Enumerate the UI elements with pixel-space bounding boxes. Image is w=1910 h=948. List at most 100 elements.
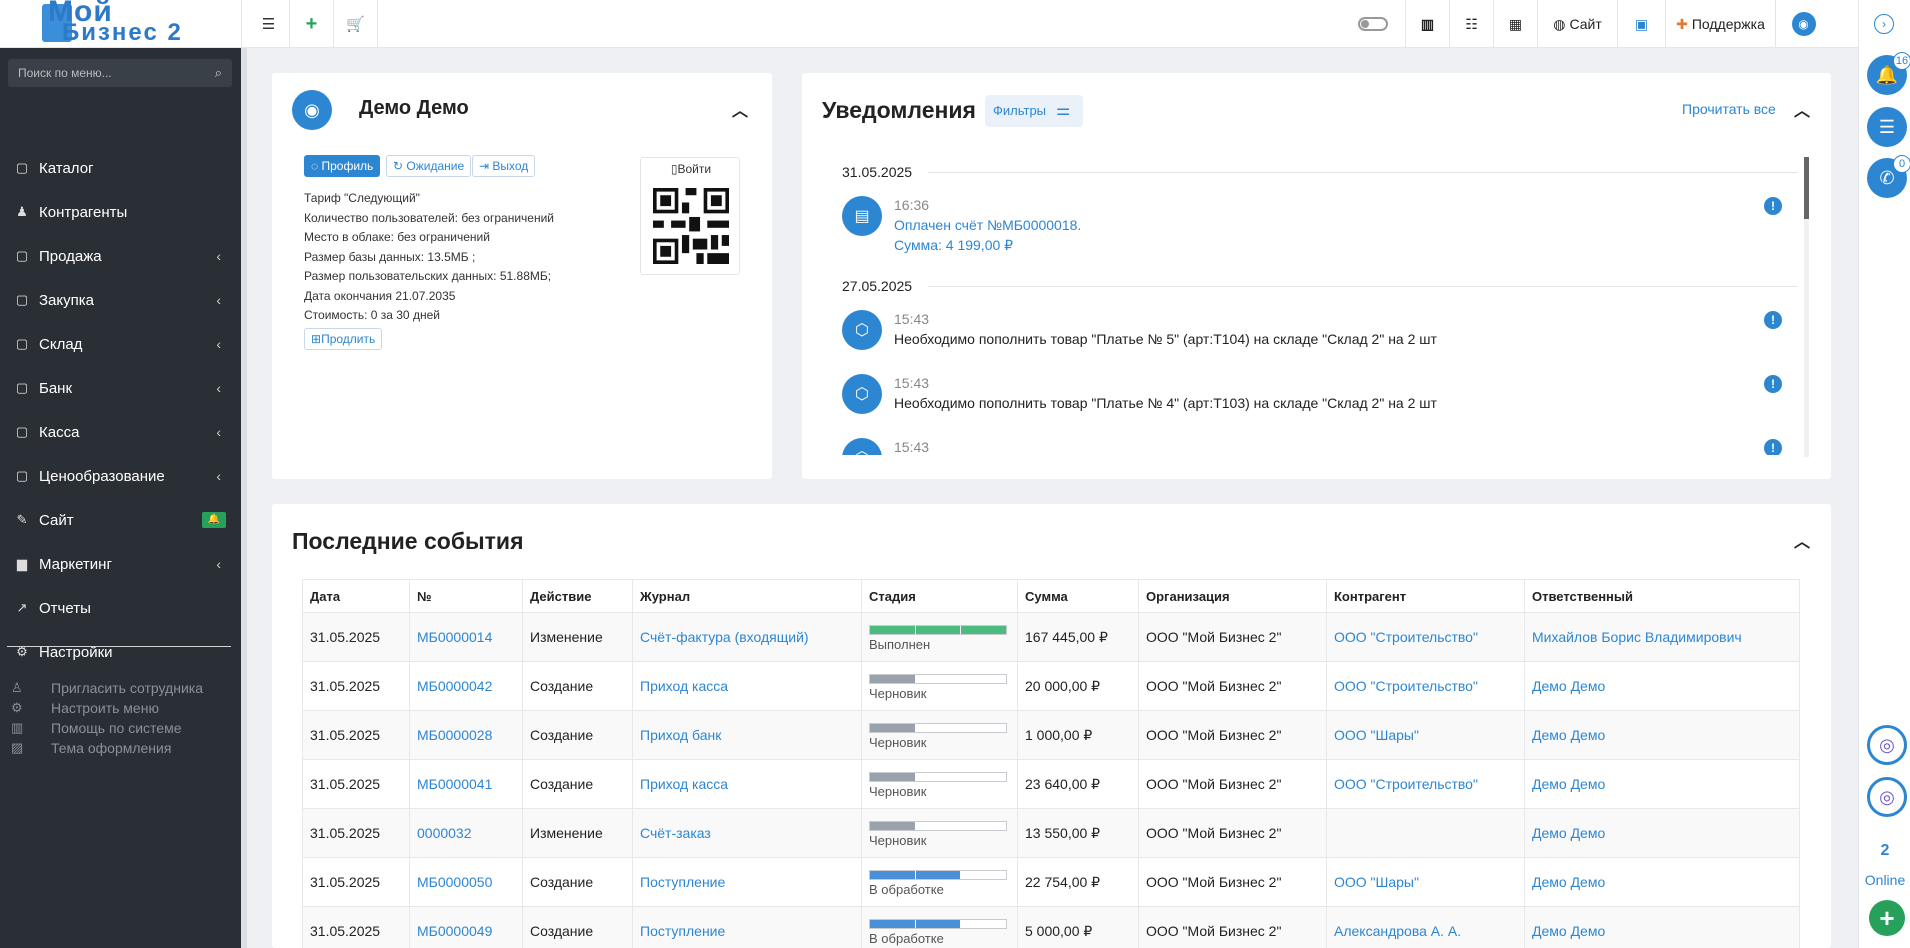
doc-number-link[interactable]: 0000032 — [417, 825, 472, 841]
journal-link[interactable]: Приход касса — [640, 776, 728, 792]
logout-button[interactable]: ⇥ Выход — [472, 155, 536, 177]
chat-button[interactable]: ☰ — [1867, 107, 1907, 147]
sidebar-bottom-link[interactable]: ▨ Тема оформления — [0, 738, 241, 758]
cart-button[interactable]: 🛒 — [334, 0, 378, 48]
responsible-link[interactable]: Демо Демо — [1532, 874, 1605, 890]
online-user-avatar[interactable]: ◎ — [1867, 777, 1907, 817]
journal-link[interactable]: Приход касса — [640, 678, 728, 694]
contractor-link[interactable]: ООО "Шары" — [1334, 874, 1419, 890]
user-menu-button[interactable]: ◉ — [1775, 0, 1831, 48]
table-row[interactable]: 31.05.2025 МБ0000050 Создание Поступление В … — [302, 857, 1800, 907]
sidebar-item[interactable]: ⚙ Настройки — [0, 630, 241, 674]
responsible-link[interactable]: Демо Демо — [1532, 776, 1605, 792]
journal-link[interactable]: Приход банк — [640, 727, 721, 743]
sidebar-bottom-link[interactable]: ♙ Пригласить сотрудника — [0, 678, 241, 698]
doc-number-link[interactable]: МБ0000049 — [417, 923, 492, 939]
journal-link[interactable]: Поступление — [640, 874, 725, 890]
sidebar-bottom-link[interactable]: ▥ Помощь по системе — [0, 718, 241, 738]
collapse-notifications-icon[interactable]: ︿ — [1794, 97, 1810, 121]
column-header[interactable]: Организация — [1138, 579, 1327, 613]
events-table: Дата № Действие Журнал Стадия Сумма Орга… — [302, 579, 1800, 948]
journal-link[interactable]: Поступление — [640, 923, 725, 939]
expand-panel-icon[interactable]: › — [1874, 14, 1894, 34]
column-header[interactable]: Сумма — [1017, 579, 1139, 613]
logo[interactable]: Мой Бизнес 2 — [0, 0, 242, 48]
journal-link[interactable]: Счёт-заказ — [640, 825, 711, 841]
globe-icon: ◍ — [1553, 15, 1566, 32]
sidebar-item-label: Маркетинг — [39, 555, 112, 573]
read-all-link[interactable]: Прочитать все — [1682, 101, 1776, 117]
table-row[interactable]: 31.05.2025 МБ0000028 Создание Приход банк Че… — [302, 710, 1800, 760]
sidebar-item[interactable]: ▆ Маркетинг ‹ — [0, 542, 241, 586]
sidebar-item[interactable]: ↗ Отчеты — [0, 586, 241, 630]
column-header[interactable]: № — [409, 579, 523, 613]
doc-number-link[interactable]: МБ0000014 — [417, 629, 492, 645]
responsible-link[interactable]: Демо Демо — [1532, 825, 1605, 841]
calendar-button[interactable]: ▦ — [1493, 0, 1537, 48]
contractor-link[interactable]: ООО "Строительство" — [1334, 776, 1478, 792]
stage-segment — [961, 674, 1007, 683]
sliders-icon: ⚌ — [1056, 102, 1071, 119]
contractor-link[interactable]: ООО "Строительство" — [1334, 629, 1478, 645]
add-chat-button[interactable]: + — [1869, 900, 1905, 936]
column-header[interactable]: Действие — [522, 579, 633, 613]
sidebar-scrollbar[interactable] — [241, 48, 247, 948]
login-label: Войти — [677, 162, 712, 176]
sidebar-item[interactable]: ✎ Сайт 🔔 — [0, 498, 241, 542]
sidebar-item[interactable]: ▢ Склад ‹ — [0, 322, 241, 366]
logo-line2: Бизнес 2 — [62, 19, 183, 46]
waiting-button[interactable]: ↻ Ожидание — [386, 155, 472, 177]
mobile-button[interactable]: ▣ — [1617, 0, 1665, 48]
scrollbar-thumb[interactable] — [1804, 157, 1809, 219]
doc-number-link[interactable]: МБ0000050 — [417, 874, 492, 890]
column-header[interactable]: Ответственный — [1524, 579, 1800, 613]
column-header[interactable]: Журнал — [632, 579, 862, 613]
table-row[interactable]: 31.05.2025 0000032 Изменение Счёт-заказ Черн… — [302, 808, 1800, 858]
site-button[interactable]: ◍ Сайт — [1537, 0, 1617, 48]
menu-toggle-button[interactable]: ☰ — [248, 0, 290, 48]
extend-button[interactable]: ⊞Продлить — [304, 328, 383, 350]
filters-button[interactable]: Фильтры ⚌ — [985, 95, 1083, 127]
barcode-button[interactable]: ▥ — [1405, 0, 1449, 48]
sidebar-item[interactable]: ♟ Контрагенты — [0, 190, 241, 234]
cell-stage: Черновик — [861, 710, 1018, 760]
sidebar-item[interactable]: ▢ Банк ‹ — [0, 366, 241, 410]
doc-number-link[interactable]: МБ0000028 — [417, 727, 492, 743]
menu-search-input[interactable]: Поиск по меню... ⌕ — [8, 59, 232, 87]
column-header[interactable]: Контрагент — [1326, 579, 1525, 613]
sidebar-item[interactable]: ▢ Каталог — [0, 146, 241, 190]
table-row[interactable]: 31.05.2025 МБ0000049 Создание Поступление В … — [302, 906, 1800, 948]
sidebar-item[interactable]: ▢ Касса ‹ — [0, 410, 241, 454]
table-row[interactable]: 31.05.2025 МБ0000042 Создание Приход касса Ч… — [302, 661, 1800, 711]
collapse-events-icon[interactable]: ︿ — [1794, 528, 1810, 552]
user-icon: ◌ — [311, 159, 322, 173]
online-user-avatar[interactable]: ◎ — [1867, 725, 1907, 765]
doc-number-link[interactable]: МБ0000042 — [417, 678, 492, 694]
responsible-link[interactable]: Демо Демо — [1532, 678, 1605, 694]
table-row[interactable]: 31.05.2025 МБ0000014 Изменение Счёт-фактура… — [302, 612, 1800, 662]
responsible-link[interactable]: Михайлов Борис Владимирович — [1532, 629, 1742, 645]
doc-number-link[interactable]: МБ0000041 — [417, 776, 492, 792]
journal-link[interactable]: Счёт-фактура (входящий) — [640, 629, 809, 645]
profile-button[interactable]: ◌ Профиль — [304, 155, 381, 177]
table-row[interactable]: 31.05.2025 МБ0000041 Создание Приход касса Ч… — [302, 759, 1800, 809]
list-button[interactable]: ☷ — [1449, 0, 1493, 48]
responsible-link[interactable]: Демо Демо — [1532, 923, 1605, 939]
add-button[interactable]: + — [290, 0, 334, 48]
sidebar-bottom-link[interactable]: ⚙ Настроить меню — [0, 698, 241, 718]
sidebar-item[interactable]: ▢ Закупка ‹ — [0, 278, 241, 322]
support-button[interactable]: ✚ Поддержка — [1665, 0, 1775, 48]
qr-login-box[interactable]: ▯Войти — [640, 157, 740, 275]
sidebar-item[interactable]: ▢ Продажа ‹ — [0, 234, 241, 278]
sidebar-item[interactable]: ▢ Ценообразование ‹ — [0, 454, 241, 498]
responsible-link[interactable]: Демо Демо — [1532, 727, 1605, 743]
notifications-scrollbar[interactable] — [1804, 157, 1809, 457]
contractor-link[interactable]: Александрова А. А. — [1334, 923, 1461, 939]
theme-toggle[interactable] — [1350, 0, 1396, 48]
contractor-link[interactable]: ООО "Шары" — [1334, 727, 1419, 743]
column-header[interactable]: Стадия — [861, 579, 1018, 613]
notification-link[interactable]: Оплачен счёт №МБ0000018. — [894, 217, 1081, 233]
column-header[interactable]: Дата — [302, 579, 410, 613]
collapse-profile-icon[interactable]: ︿ — [732, 97, 748, 121]
contractor-link[interactable]: ООО "Строительство" — [1334, 678, 1478, 694]
